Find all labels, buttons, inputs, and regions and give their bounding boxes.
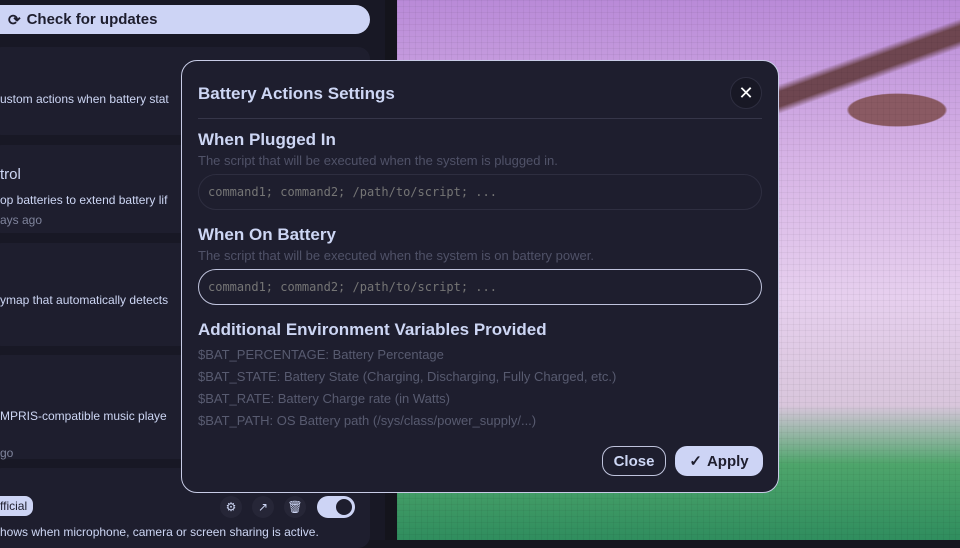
battery-actions-dialog: Battery Actions Settings ✕ When Plugged … (181, 60, 779, 493)
dialog-title: Battery Actions Settings (198, 84, 395, 103)
close-icon[interactable]: ✕ (730, 77, 762, 109)
plugged-script-input[interactable] (198, 174, 762, 210)
plugged-description: The script that will be executed when th… (198, 153, 558, 168)
check-icon: ✓ (689, 453, 702, 470)
extension-title: trol (0, 166, 21, 183)
trash-icon[interactable]: 🗑 (284, 496, 306, 518)
extension-description: hows when microphone, camera or screen s… (0, 525, 319, 539)
close-button[interactable]: Close (602, 446, 666, 476)
extension-description: ymap that automatically detects (0, 293, 169, 307)
env-var: $BAT_PATH: OS Battery path (/sys/class/p… (198, 413, 537, 428)
env-heading: Additional Environment Variables Provide… (198, 320, 547, 339)
env-var: $BAT_PERCENTAGE: Battery Percentage (198, 347, 444, 362)
extension-updated: ays ago (0, 213, 43, 227)
divider (198, 118, 762, 119)
enable-toggle[interactable] (317, 496, 355, 518)
extension-description: ustom actions when battery stat (0, 92, 169, 106)
settings-icon[interactable]: ⚙ (220, 496, 242, 518)
external-link-icon[interactable]: ↗ (252, 496, 274, 518)
env-var: $BAT_STATE: Battery State (Charging, Dis… (198, 369, 617, 384)
plugged-heading: When Plugged In (198, 130, 336, 149)
env-var: $BAT_RATE: Battery Charge rate (in Watts… (198, 391, 450, 406)
refresh-icon: ⟳ (8, 11, 21, 29)
apply-button[interactable]: ✓ Apply (675, 446, 763, 476)
check-updates-button[interactable]: ⟳ Check for updates (0, 5, 370, 34)
battery-script-input[interactable] (198, 269, 762, 305)
battery-heading: When On Battery (198, 225, 336, 244)
extension-description: op batteries to extend battery lif (0, 193, 168, 207)
extension-description: MPRIS-compatible music playe (0, 409, 167, 423)
battery-description: The script that will be executed when th… (198, 248, 594, 263)
official-badge: fficial (0, 496, 34, 516)
extension-updated: go (0, 446, 14, 460)
